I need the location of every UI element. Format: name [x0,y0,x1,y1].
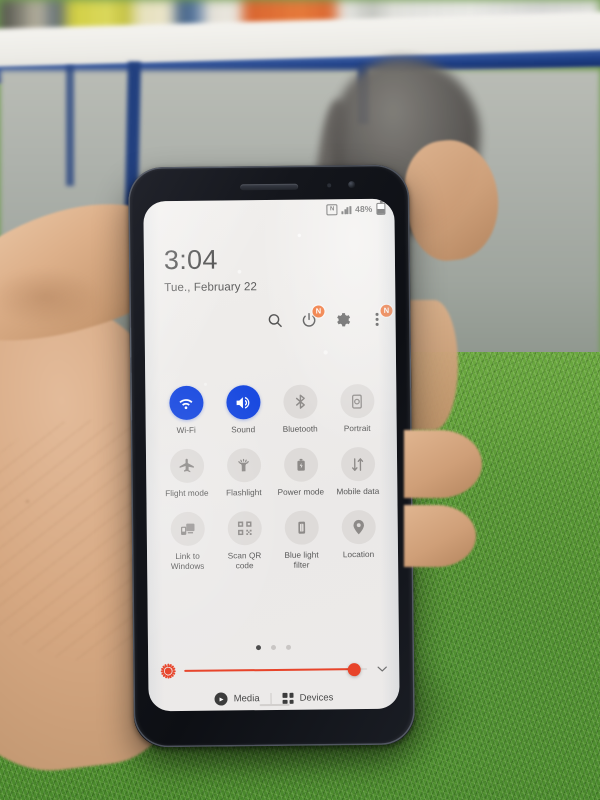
earpiece-speaker [239,183,298,191]
power-mode-icon[interactable] [283,447,318,482]
media-label: Media [233,693,260,705]
devices-grid-icon [282,692,294,704]
qs-tile-power-mode[interactable]: Power mode [272,447,330,498]
qs-label-sound: Sound [231,425,256,435]
bluetooth-icon[interactable] [282,384,318,419]
quick-settings-grid: Wi-Fi Sound Bluetooth Portrait Flight mo… [157,383,388,573]
qs-tile-portrait[interactable]: Portrait [328,383,386,435]
page-indicator[interactable] [148,644,399,652]
page-dot-3[interactable] [285,644,292,650]
proximity-sensor-icon [327,183,332,188]
qs-label-scan-qr-code: Scan QR code [227,551,262,571]
status-bar: N 48% [326,202,386,216]
search-icon[interactable] [266,312,283,329]
slider-knob[interactable] [347,662,361,676]
qs-label-portrait: Portrait [343,423,371,434]
qs-label-wifi: Wi-Fi [176,425,196,435]
qs-label-flight-mode: Flight mode [165,488,209,499]
portrait-rotation-icon[interactable] [339,383,375,419]
qs-tile-bluetooth[interactable]: Bluetooth [271,384,329,435]
power-icon[interactable]: N [300,305,325,329]
link-to-windows-icon[interactable] [170,511,205,547]
page-dot-1[interactable] [255,645,262,651]
signal-bars-icon [341,205,352,214]
airplane-icon[interactable] [169,448,204,484]
location-pin-icon[interactable] [341,509,376,545]
phone-device: N 48% 3:04 Tue., February 22 N N Wi-Fi S… [127,164,416,748]
qs-tile-mobile-data[interactable]: Mobile data [329,446,387,498]
more-options-badge: N [380,304,393,317]
power-icon-badge: N [312,305,325,318]
settings-gear-icon[interactable] [334,311,351,328]
qs-tile-link-to-windows[interactable]: Link to Windows [159,511,217,573]
play-circle-icon [214,692,228,706]
qs-tile-wifi[interactable]: Wi-Fi [157,385,215,437]
wifi-icon[interactable] [168,385,204,421]
quick-settings-actions: N N [266,304,393,329]
brightness-slider[interactable] [184,662,368,678]
qs-label-bluetooth: Bluetooth [282,424,318,434]
sound-icon[interactable] [225,385,261,420]
nfc-icon: N [326,203,338,215]
devices-button[interactable]: Devices [282,692,334,704]
clock-time: 3:04 [163,244,218,276]
media-button[interactable]: Media [214,692,260,706]
more-options-icon[interactable]: N [368,304,393,328]
qs-tile-flashlight[interactable]: Flashlight [215,448,273,499]
brightness-row [160,661,389,679]
brightness-sun-icon [160,663,176,679]
qs-label-link-to-windows: Link to Windows [170,551,205,572]
qs-label-location: Location [342,549,375,560]
divider [270,692,272,705]
clock-date: Tue., February 22 [164,281,257,295]
chevron-down-icon[interactable] [375,662,389,676]
devices-label: Devices [299,692,334,704]
qs-tile-sound[interactable]: Sound [214,385,272,436]
battery-percent-label: 48% [355,203,373,215]
front-camera-icon [348,181,356,189]
table-leg [66,66,74,186]
qr-code-icon[interactable] [227,511,262,546]
slider-fill [184,667,355,673]
qs-tile-scan-qr-code[interactable]: Scan QR code [216,511,274,572]
qs-tile-location[interactable]: Location [330,509,388,571]
qs-tile-flight-mode[interactable]: Flight mode [158,448,216,500]
mobile-data-icon[interactable] [340,446,375,482]
qs-label-blue-light-filter: Blue light filter [284,550,319,570]
home-gesture-handle[interactable] [259,703,290,707]
phone-screen: N 48% 3:04 Tue., February 22 N N Wi-Fi S… [143,198,400,712]
battery-icon [376,202,386,215]
clock-block[interactable]: 3:04 Tue., February 22 [163,244,257,295]
qs-label-mobile-data: Mobile data [336,486,380,497]
qs-label-power-mode: Power mode [277,487,325,497]
blue-light-filter-icon[interactable] [284,510,319,545]
qs-tile-blue-light-filter[interactable]: Blue light filter [273,510,331,571]
flashlight-icon[interactable] [226,448,261,483]
qs-label-flashlight: Flashlight [226,488,262,498]
page-dot-2[interactable] [270,644,277,651]
